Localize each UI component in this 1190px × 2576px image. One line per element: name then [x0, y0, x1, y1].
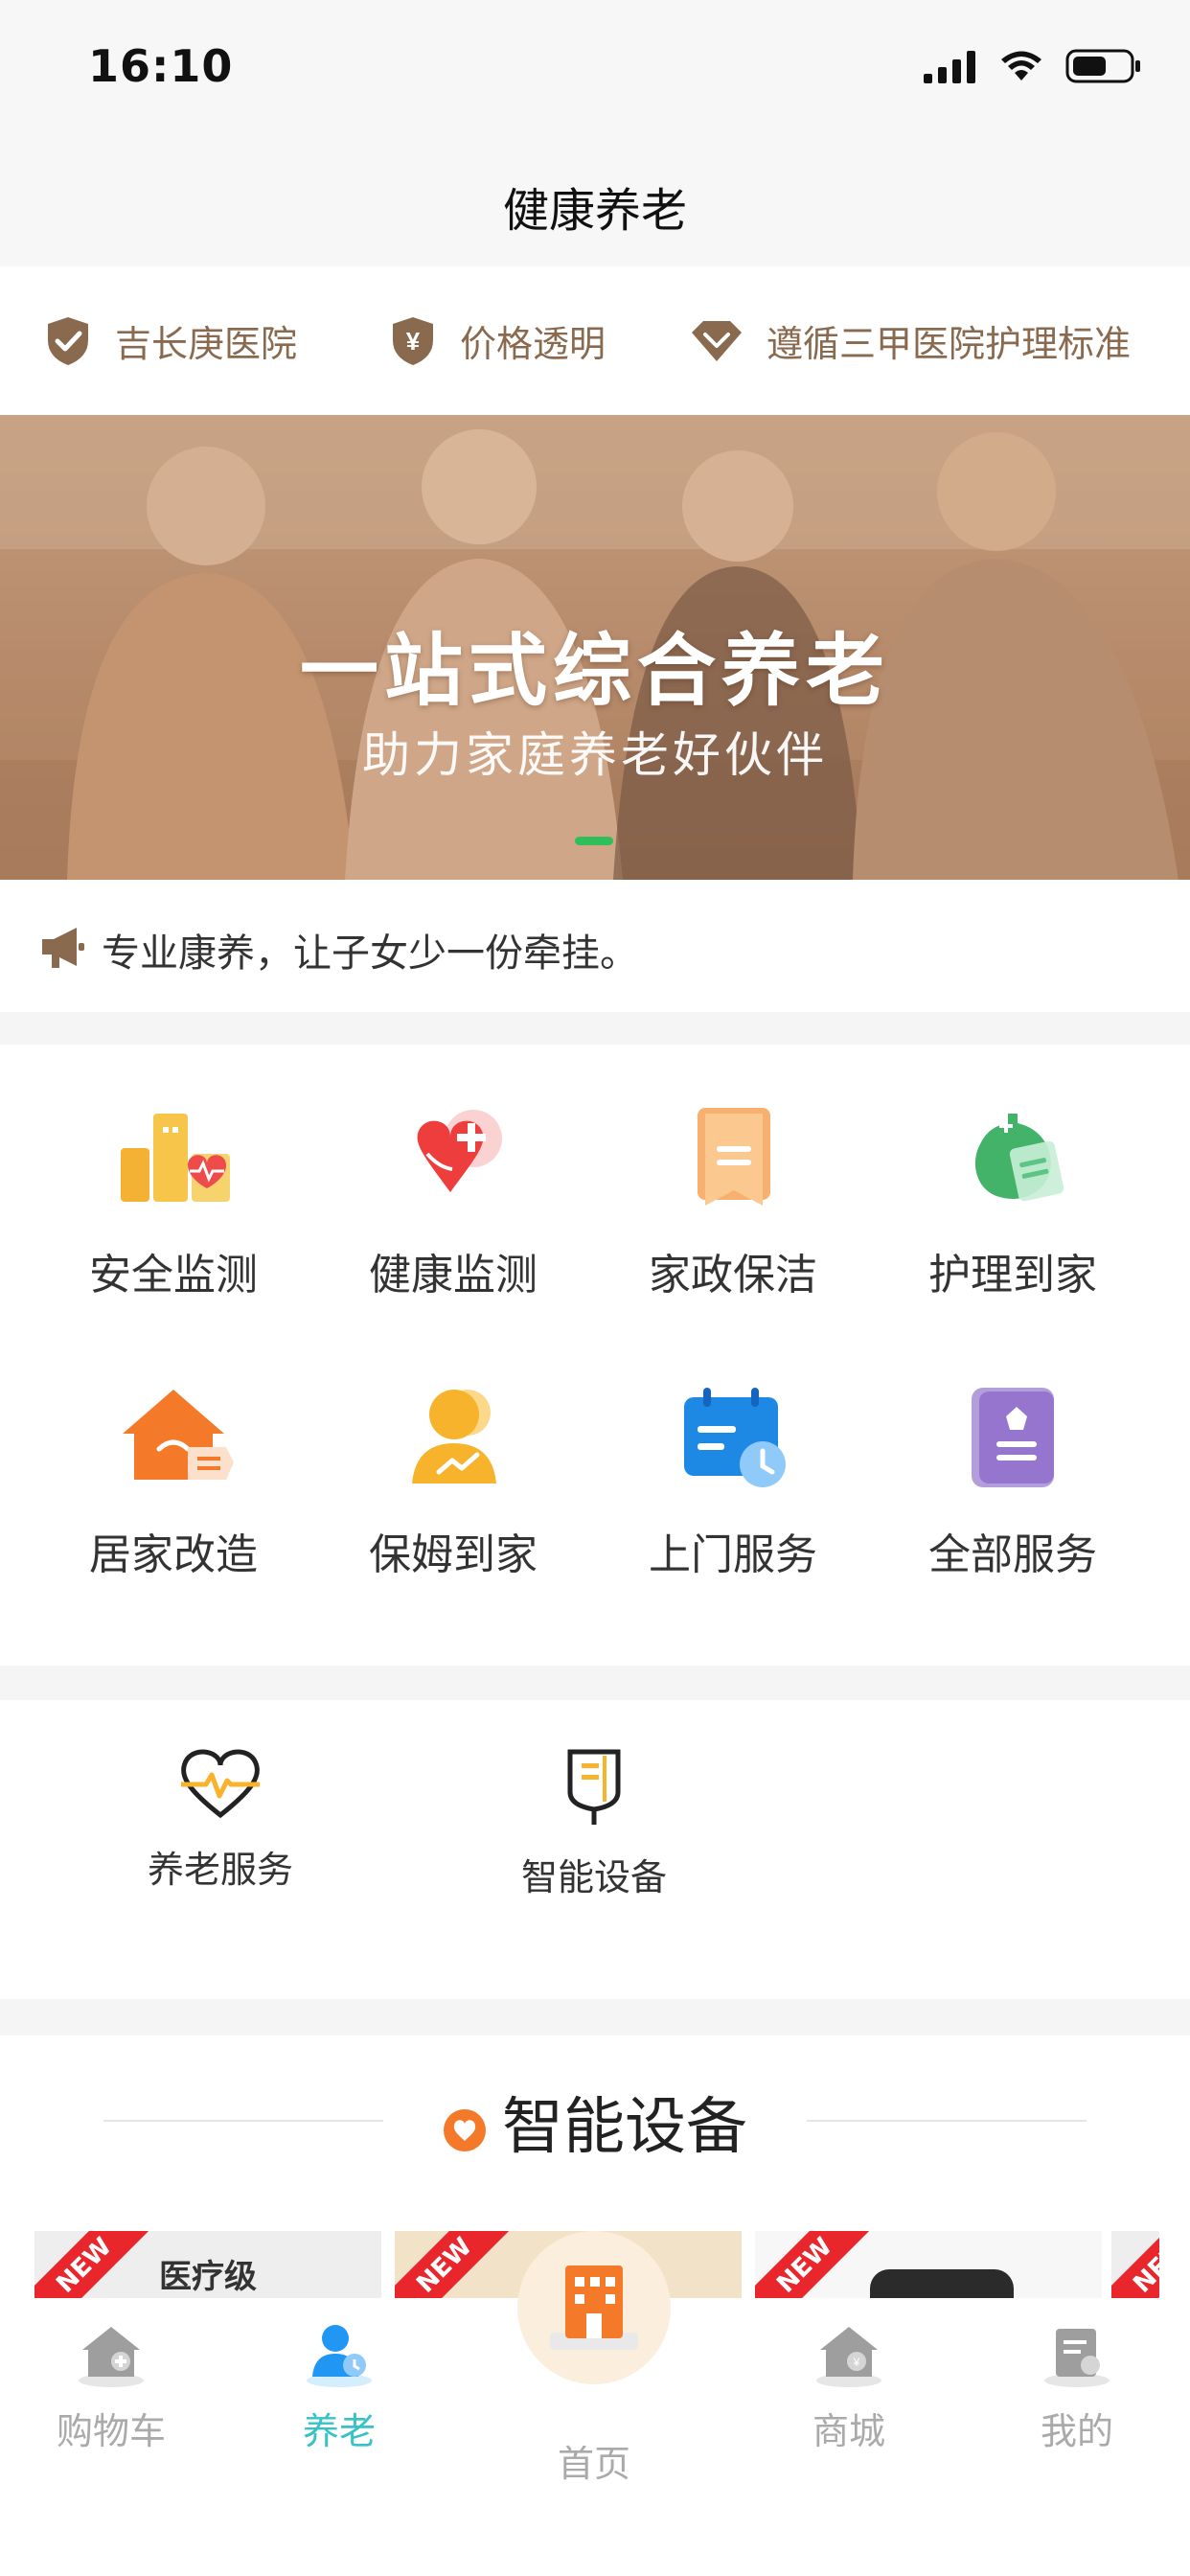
megaphone-icon: [42, 928, 84, 968]
trust-item-price: ¥ 价格透明: [389, 314, 606, 367]
product-card[interactable]: NEW 医疗级: [34, 2231, 381, 2298]
tab-home[interactable]: 首页: [498, 2421, 690, 2487]
tab-elder-care[interactable]: 养老: [243, 2321, 435, 2454]
door-service-icon: [684, 1388, 786, 1487]
new-badge: NEW: [755, 2231, 881, 2298]
service-label: 居家改造: [89, 1530, 258, 1579]
hero-banner[interactable]: 一站式综合养老 助力家庭养老好伙伴: [0, 415, 1190, 880]
category-smart-device[interactable]: 智能设备: [469, 1746, 719, 1900]
home-nursing-icon: [974, 1114, 1064, 1202]
nanny-icon: [412, 1390, 496, 1484]
service-item-nanny[interactable]: 保姆到家: [314, 1380, 592, 1581]
service-label: 上门服务: [649, 1530, 817, 1579]
home-building-icon: [550, 2266, 638, 2350]
service-item-door[interactable]: 上门服务: [594, 1380, 872, 1581]
service-grid: 安全监测 健康监测 家政保洁 护理到家 居家改造 保姆到家 上门服务 全部服务: [0, 1045, 1190, 1666]
trust-strip: 吉长庚医院 ¥ 价格透明 遵循三甲医院护理标准: [0, 266, 1190, 415]
iv-drip-icon: [567, 1749, 621, 1825]
category-label: 智能设备: [520, 1856, 667, 1898]
watch-band: [870, 2269, 1014, 2298]
notice-text: 专业康养，让子女少一份牵挂。: [102, 932, 638, 976]
trust-label: 价格透明: [460, 323, 606, 365]
app-screen: 16:10 健康养老 吉长庚医院 ¥ 价格透明 遵循三甲医院护理标准 一站式综合…: [0, 0, 1190, 2576]
service-label: 健康监测: [369, 1251, 538, 1300]
trust-item-standard: 遵循三甲医院护理标准: [690, 314, 1131, 367]
product-card[interactable]: NEW: [755, 2231, 1102, 2298]
section-title-text: 智能设备: [502, 2092, 747, 2163]
tab-label: 我的: [1040, 2410, 1113, 2452]
service-item-nursing[interactable]: 护理到家: [874, 1100, 1152, 1301]
tab-label: 购物车: [56, 2410, 166, 2452]
status-icons: [924, 48, 1142, 84]
home-renovation-icon: [123, 1390, 234, 1480]
all-services-icon: [972, 1388, 1054, 1487]
new-badge: NEW: [34, 2231, 161, 2298]
trust-label: 吉长庚医院: [115, 323, 298, 365]
elder-care-icon: [307, 2325, 372, 2387]
safety-monitor-icon: [121, 1114, 230, 1202]
page-title: 健康养老: [502, 184, 687, 238]
banner-subtitle: 助力家庭养老好伙伴: [362, 727, 828, 783]
service-label: 安全监测: [89, 1251, 258, 1300]
tab-bar: 购物车 养老 首页 ¥ 商城 我的: [0, 2231, 1190, 2576]
status-bar: 16:10: [0, 0, 1190, 144]
cart-house-icon: [79, 2327, 144, 2387]
category-label: 养老服务: [147, 1849, 293, 1891]
battery-icon: [1065, 49, 1140, 83]
service-item-health[interactable]: 健康监测: [314, 1100, 592, 1301]
service-label: 护理到家: [928, 1251, 1097, 1300]
tab-mall[interactable]: ¥ 商城: [753, 2321, 945, 2454]
health-monitor-icon: [417, 1110, 502, 1192]
product-card[interactable]: NEW: [1111, 2231, 1159, 2298]
trust-item-hospital: 吉长庚医院: [44, 314, 297, 367]
housekeeping-icon: [698, 1108, 770, 1206]
banner-indicator-dot: [575, 837, 613, 845]
mall-house-icon: ¥: [816, 2327, 881, 2387]
profile-doc-icon: [1044, 2329, 1110, 2387]
tab-cart[interactable]: 购物车: [15, 2321, 207, 2454]
yen-shield-icon: ¥: [393, 316, 433, 365]
banner-title: 一站式综合养老: [299, 626, 890, 717]
new-badge: NEW: [395, 2231, 521, 2298]
service-item-all[interactable]: 全部服务: [874, 1380, 1152, 1581]
tab-label: 首页: [557, 2443, 630, 2485]
home-center-button[interactable]: [517, 2231, 671, 2384]
service-item-safety[interactable]: 安全监测: [34, 1100, 312, 1301]
tab-mine[interactable]: 我的: [981, 2321, 1173, 2454]
trust-label: 遵循三甲医院护理标准: [767, 323, 1132, 365]
svg-text:¥: ¥: [406, 327, 421, 356]
heart-circle-icon: [444, 2109, 486, 2152]
category-row: 养老服务 智能设备: [0, 1700, 1190, 1999]
status-time: 16:10: [88, 40, 234, 92]
signal-icon: [924, 51, 975, 83]
service-item-renovation[interactable]: 居家改造: [34, 1380, 312, 1581]
diamond-icon: [692, 320, 742, 361]
section-title: 智能设备: [0, 2078, 1190, 2166]
nav-bar: 健康养老: [0, 144, 1190, 266]
svg-text:¥: ¥: [853, 2356, 860, 2369]
service-label: 家政保洁: [649, 1251, 817, 1300]
service-item-housekeeping[interactable]: 家政保洁: [594, 1100, 872, 1301]
wifi-icon: [1001, 51, 1041, 80]
service-label: 保姆到家: [369, 1530, 538, 1579]
tab-label: 商城: [812, 2410, 885, 2452]
tab-label: 养老: [302, 2410, 376, 2452]
new-badge: NEW: [1111, 2231, 1159, 2298]
notice-bar[interactable]: 专业康养，让子女少一份牵挂。: [0, 880, 1190, 1012]
product-card-text: 医疗级: [159, 2258, 257, 2296]
heartbeat-icon: [181, 1749, 260, 1819]
service-label: 全部服务: [928, 1530, 1097, 1579]
category-elder-service[interactable]: 养老服务: [96, 1746, 345, 1893]
check-shield-icon: [48, 316, 88, 365]
